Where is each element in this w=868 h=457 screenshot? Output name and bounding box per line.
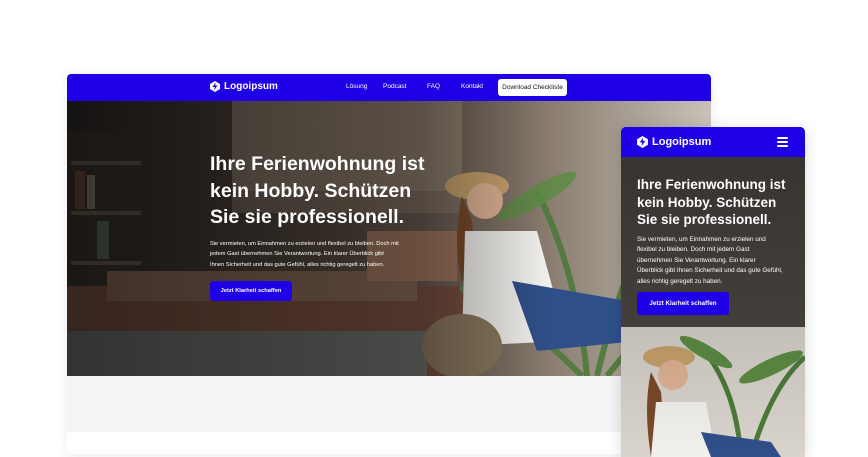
logo-mark-icon xyxy=(210,81,220,92)
hero-paragraph: Sie vermieten, um Einnahmen zu erzielen … xyxy=(637,236,783,285)
mobile-logo[interactable]: Logoipsum xyxy=(637,136,711,148)
desktop-hero: Ihre Ferienwohnung ist kein Hobby. Schüt… xyxy=(67,101,711,376)
hamburger-menu-icon[interactable] xyxy=(777,137,788,147)
nav-link-kontakt[interactable]: Kontakt xyxy=(461,83,483,90)
desktop-logo[interactable]: Logoipsum xyxy=(210,81,278,92)
mobile-hero: Ihre Ferienwohnung ist kein Hobby. Schüt… xyxy=(621,157,805,457)
nav-link-loesung[interactable]: Lösung xyxy=(346,83,367,90)
hero-cta-button[interactable]: Jetzt Klarheit schaffen xyxy=(210,281,292,301)
logo-text: Logoipsum xyxy=(224,81,278,92)
hero-paragraph: Sie vermieten, um Einnahmen zu erzielen … xyxy=(210,241,399,268)
desktop-navbar: Logoipsum Lösung Podcast FAQ Kontakt Dow… xyxy=(67,74,711,101)
nav-link-faq[interactable]: FAQ xyxy=(427,83,440,90)
logo-mark-icon xyxy=(637,136,648,148)
download-checklist-button[interactable]: Download Checkliste xyxy=(498,79,567,96)
logo-text: Logoipsum xyxy=(652,136,712,148)
hero-headline: Ihre Ferienwohnung ist kein Hobby. Schüt… xyxy=(210,153,425,228)
content-card xyxy=(67,432,711,454)
desktop-next-section xyxy=(67,376,711,454)
mobile-mockup: Logoipsum Ihre Ferienwohnung ist kein Ho… xyxy=(621,127,805,457)
nav-link-podcast[interactable]: Podcast xyxy=(383,83,407,90)
hero-cta-button[interactable]: Jetzt Klarheit schaffen xyxy=(637,292,729,315)
hero-headline: Ihre Ferienwohnung ist kein Hobby. Schüt… xyxy=(637,177,786,227)
mobile-navbar: Logoipsum xyxy=(621,127,805,157)
desktop-mockup: Logoipsum Lösung Podcast FAQ Kontakt Dow… xyxy=(67,74,711,454)
